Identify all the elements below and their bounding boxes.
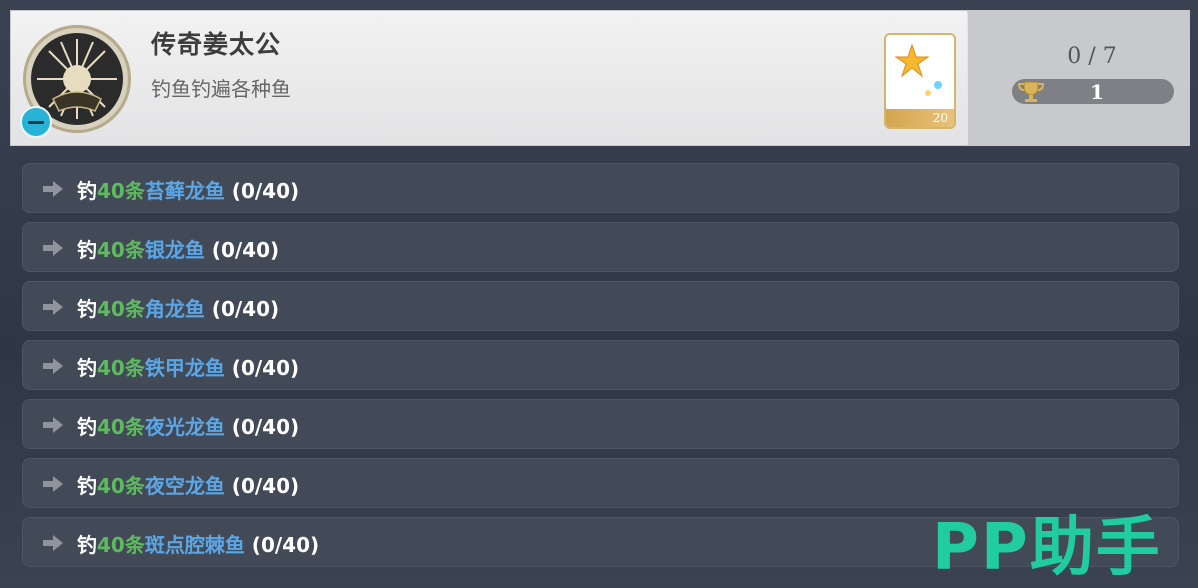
task-fish-name: 斑点腔棘鱼	[144, 533, 245, 557]
task-text: 钓40条铁甲龙鱼 (0/40)	[77, 352, 299, 381]
task-progress: (0/40)	[224, 179, 300, 203]
task-count: 40条	[97, 179, 145, 203]
task-count: 40条	[97, 474, 145, 498]
moon-star-icon	[894, 43, 942, 96]
watermark: PP助手	[932, 511, 1162, 585]
task-row[interactable]: 钓40条夜光龙鱼 (0/40)	[22, 399, 1179, 449]
task-text: 钓40条夜光龙鱼 (0/40)	[77, 411, 299, 440]
arrow-right-icon	[43, 358, 63, 374]
task-progress: (0/40)	[224, 415, 300, 439]
task-verb: 钓	[77, 356, 97, 380]
arrow-right-icon	[43, 240, 63, 256]
task-verb: 钓	[77, 415, 97, 439]
task-fish-name: 角龙鱼	[144, 297, 205, 321]
task-row[interactable]: 钓40条苔藓龙鱼 (0/40)	[22, 163, 1179, 213]
achievement-header: 传奇姜太公 钓鱼钓遍各种鱼	[10, 10, 985, 147]
task-text: 钓40条银龙鱼 (0/40)	[77, 234, 279, 263]
task-verb: 钓	[77, 297, 97, 321]
arrow-right-icon	[43, 535, 63, 551]
collapse-icon[interactable]	[20, 106, 52, 138]
task-text: 钓40条夜空龙鱼 (0/40)	[77, 470, 299, 499]
task-fish-name: 铁甲龙鱼	[144, 356, 225, 380]
arrow-right-icon	[43, 417, 63, 433]
reward-count: 20	[932, 111, 948, 125]
achievement-description: 钓鱼钓遍各种鱼	[151, 77, 291, 101]
arrow-right-icon	[43, 299, 63, 315]
task-row[interactable]: 钓40条角龙鱼 (0/40)	[22, 281, 1179, 331]
task-row[interactable]: 钓40条银龙鱼 (0/40)	[22, 222, 1179, 272]
reward-item-card[interactable]: 20	[884, 33, 956, 129]
task-count: 40条	[97, 297, 145, 321]
task-fish-name: 银龙鱼	[144, 238, 205, 262]
task-count: 40条	[97, 533, 145, 557]
task-progress: (0/40)	[204, 297, 280, 321]
achievement-title: 传奇姜太公	[151, 30, 282, 59]
task-fish-name: 夜光龙鱼	[144, 415, 225, 439]
task-row[interactable]: 钓40条铁甲龙鱼 (0/40)	[22, 340, 1179, 390]
achievement-score: 1	[1090, 80, 1104, 104]
task-count: 40条	[97, 415, 145, 439]
achievement-progress: 0 / 7	[1067, 44, 1117, 69]
task-count: 40条	[97, 356, 145, 380]
task-verb: 钓	[77, 474, 97, 498]
arrow-right-icon	[43, 181, 63, 197]
task-count: 40条	[97, 238, 145, 262]
task-fish-name: 夜空龙鱼	[144, 474, 225, 498]
task-progress: (0/40)	[204, 238, 280, 262]
task-verb: 钓	[77, 533, 97, 557]
task-fish-name: 苔藓龙鱼	[144, 179, 225, 203]
task-progress: (0/40)	[224, 356, 300, 380]
task-text: 钓40条角龙鱼 (0/40)	[77, 293, 279, 322]
progress-panel	[968, 10, 1190, 146]
task-progress: (0/40)	[244, 533, 320, 557]
task-text: 钓40条苔藓龙鱼 (0/40)	[77, 175, 299, 204]
task-text: 钓40条斑点腔棘鱼 (0/40)	[77, 529, 319, 558]
task-verb: 钓	[77, 179, 97, 203]
arrow-right-icon	[43, 476, 63, 492]
task-progress: (0/40)	[224, 474, 300, 498]
task-verb: 钓	[77, 238, 97, 262]
trophy-icon	[1017, 81, 1045, 102]
